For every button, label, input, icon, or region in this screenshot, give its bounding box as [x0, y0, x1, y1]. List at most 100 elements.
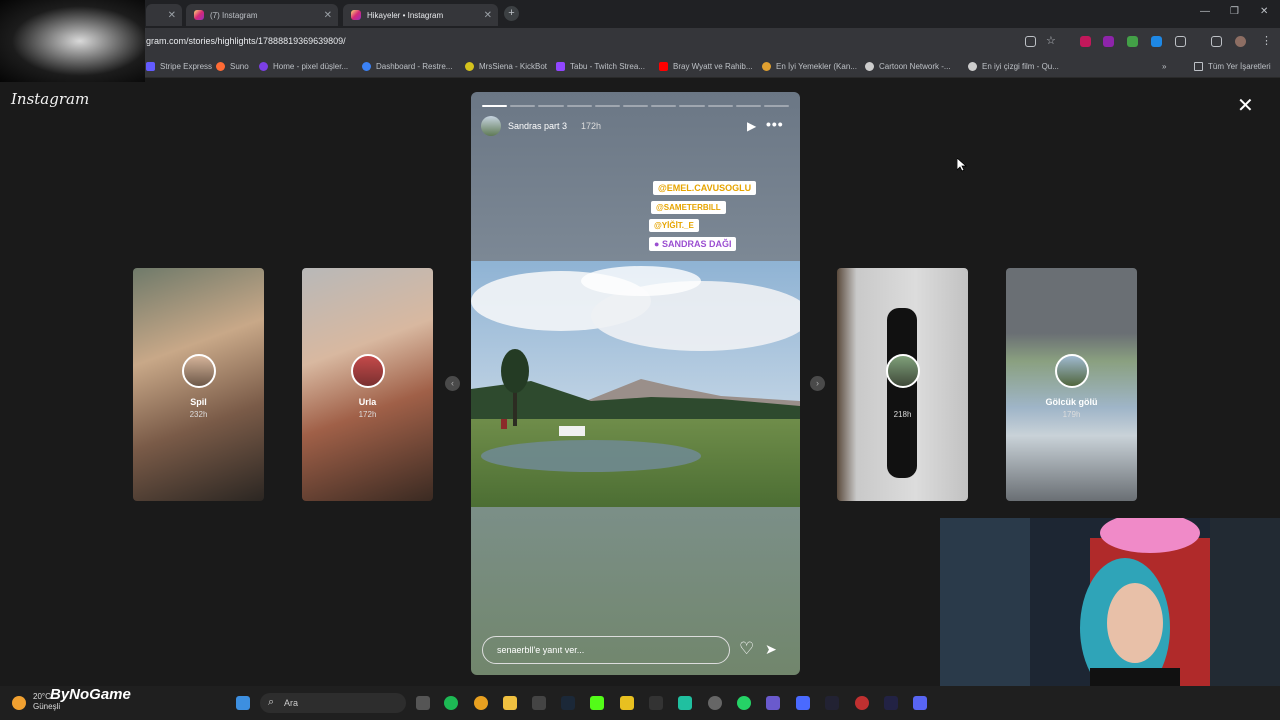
search-icon: ⌕	[268, 696, 275, 708]
capcut-icon[interactable]	[649, 696, 663, 710]
chrome-icon[interactable]	[474, 696, 488, 710]
search-placeholder: Ara	[284, 698, 299, 708]
cursor-icon	[956, 157, 968, 172]
app-icon[interactable]	[766, 696, 780, 710]
bookmark-favicon-icon	[146, 62, 155, 71]
whatsapp-icon[interactable]	[737, 696, 751, 710]
instagram-favicon-icon	[194, 10, 204, 20]
story-photo	[471, 261, 800, 507]
menu-icon[interactable]: ⋮	[1261, 34, 1272, 47]
discord-icon[interactable]	[913, 696, 927, 710]
story-progress-bar	[482, 105, 790, 107]
app-icon[interactable]	[825, 696, 839, 710]
address-bar: gram.com/stories/highlights/178888193696…	[0, 28, 1280, 56]
story-viewer[interactable]: Sandras part 3 172h ▶ ••• @EMEL.CAVUSOGL…	[471, 92, 800, 675]
play-icon[interactable]: ▶	[747, 119, 756, 133]
instagram-favicon-icon	[351, 10, 361, 20]
media-icon[interactable]	[1211, 36, 1222, 47]
avatar[interactable]	[481, 116, 501, 136]
app-icon[interactable]	[678, 696, 692, 710]
tab-label: (7) Instagram	[210, 10, 258, 20]
new-tab-button[interactable]: +	[504, 6, 519, 21]
side-story-urla[interactable]: Urla 172h	[302, 268, 433, 501]
location-tag[interactable]: ● SANDRAS DAĞI	[649, 237, 737, 251]
spotify-icon[interactable]	[444, 696, 458, 710]
extension-icon[interactable]	[1080, 36, 1091, 47]
app-icon[interactable]	[884, 696, 898, 710]
more-options-icon[interactable]: •••	[766, 116, 784, 132]
install-icon[interactable]	[1025, 36, 1036, 47]
location-pin-icon: ●	[654, 239, 660, 249]
bookmark-item[interactable]: Dashboard - Restre...	[362, 62, 452, 71]
close-tab-icon[interactable]: ✕	[484, 10, 492, 21]
app-icon[interactable]	[620, 696, 634, 710]
puzzle-icon[interactable]	[1175, 36, 1186, 47]
taskbar-search[interactable]: ⌕ Ara	[260, 693, 406, 713]
side-story-3[interactable]: 218h	[837, 268, 968, 501]
avatar	[350, 354, 385, 388]
side-story-label: Gölcük gölü	[1045, 397, 1098, 407]
bookmark-favicon-icon	[362, 62, 371, 71]
bookmark-item[interactable]: En iyi çizgi film - Qu...	[968, 62, 1059, 71]
extension-icon[interactable]	[1103, 36, 1114, 47]
mention-tag[interactable]: @YİĞİT._E	[649, 219, 699, 232]
story-header: Sandras part 3 172h ▶ •••	[481, 116, 791, 136]
side-story-time: 179h	[1062, 410, 1081, 419]
bookmark-item[interactable]: Tabu - Twitch Strea...	[556, 62, 645, 71]
tab-1[interactable]: ✕	[146, 4, 182, 26]
star-icon[interactable]: ☆	[1046, 34, 1057, 47]
app-icon[interactable]	[796, 696, 810, 710]
app-icon[interactable]	[855, 696, 869, 710]
bookmark-favicon-icon	[968, 62, 977, 71]
bookmark-item[interactable]: Stripe Express	[146, 62, 212, 71]
like-heart-icon[interactable]: ♡	[739, 639, 754, 659]
bookmark-item[interactable]: Cartoon Network -...	[865, 62, 951, 71]
browser-tab-bar: ✕ (7) Instagram ✕ Hikayeler • Instagram …	[0, 0, 1280, 28]
minimize-icon[interactable]: —	[1200, 6, 1210, 17]
close-window-icon[interactable]: ✕	[1260, 6, 1268, 17]
side-story-spil[interactable]: Spil 232h	[133, 268, 264, 501]
bookmark-favicon-icon	[865, 62, 874, 71]
url-text[interactable]: gram.com/stories/highlights/178888193696…	[146, 36, 346, 46]
windows-taskbar: 20°C Güneşli ByNoGame ⌕ Ara	[0, 686, 1280, 720]
bookmark-item[interactable]: Suno	[216, 62, 249, 71]
bookmark-item[interactable]: En İyi Yemekler (Kan...	[762, 62, 857, 71]
close-tab-icon[interactable]: ✕	[168, 10, 176, 21]
bookmark-item[interactable]: Home - pixel düşler...	[259, 62, 348, 71]
close-tab-icon[interactable]: ✕	[324, 10, 332, 21]
task-view-icon[interactable]	[416, 696, 430, 710]
file-explorer-icon[interactable]	[503, 696, 517, 710]
bookmark-item[interactable]: Bray Wyatt ve Rahib...	[659, 62, 753, 71]
mention-tag[interactable]: @EMEL.CAVUSOGLU	[653, 181, 757, 195]
bookmark-favicon-icon	[762, 62, 771, 71]
kick-icon[interactable]	[590, 696, 604, 710]
extension-icon[interactable]	[1127, 36, 1138, 47]
obs-icon[interactable]	[708, 696, 722, 710]
side-story-golcuk[interactable]: Gölcük gölü 179h	[1006, 268, 1137, 501]
bookmark-item[interactable]: MrsSiena - KickBot	[465, 62, 547, 71]
all-bookmarks-folder[interactable]: Tüm Yer İşaretleri	[1194, 62, 1271, 71]
epic-games-icon[interactable]	[532, 696, 546, 710]
close-stories-button[interactable]: ✕	[1237, 96, 1254, 116]
mention-tag[interactable]: @SAMETERBILL	[651, 201, 726, 214]
more-bookmarks-icon[interactable]: »	[1162, 62, 1166, 71]
bynogame-watermark: ByNoGame	[50, 686, 131, 703]
previous-story-button[interactable]: ‹	[445, 376, 460, 391]
bookmark-favicon-icon	[465, 62, 474, 71]
steam-icon[interactable]	[561, 696, 575, 710]
weather-icon[interactable]	[12, 696, 26, 710]
reply-input[interactable]: senaerbll'e yanıt ver...	[482, 636, 730, 664]
person-silhouette	[887, 308, 917, 478]
avatar[interactable]	[1235, 36, 1246, 47]
instagram-logo[interactable]: Instagram	[11, 90, 89, 108]
extension-icon[interactable]	[1151, 36, 1162, 47]
tab-instagram[interactable]: (7) Instagram ✕	[186, 4, 338, 26]
windows-start-icon[interactable]	[236, 696, 250, 710]
next-story-button[interactable]: ›	[810, 376, 825, 391]
tab-stories[interactable]: Hikayeler • Instagram ✕	[343, 4, 498, 26]
story-username[interactable]: Sandras part 3	[508, 121, 567, 131]
side-story-label: Urla	[358, 397, 377, 407]
send-icon[interactable]: ➤	[765, 641, 777, 658]
maximize-icon[interactable]: ❐	[1230, 6, 1239, 17]
folder-icon	[1194, 62, 1203, 71]
